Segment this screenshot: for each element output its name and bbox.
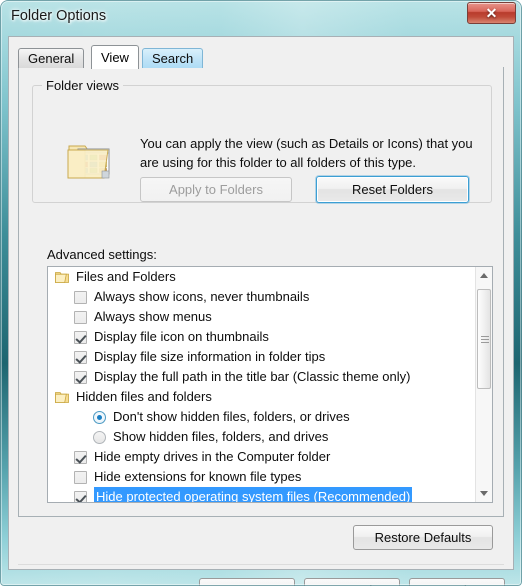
folder-views-legend: Folder views — [42, 78, 123, 93]
list-item[interactable]: Display the full path in the title bar (… — [48, 367, 475, 387]
reset-folders-button[interactable]: Reset Folders — [316, 176, 469, 203]
close-icon: ✕ — [485, 5, 498, 21]
apply-button[interactable]: Apply — [409, 578, 505, 586]
checkbox-checked-icon[interactable] — [74, 490, 87, 502]
list-item[interactable]: Always show menus — [48, 307, 475, 327]
list-item-label: Display the full path in the title bar (… — [94, 369, 411, 384]
radio-selected-icon[interactable] — [93, 410, 106, 424]
folder-views-description: You can apply the view (such as Details … — [140, 136, 473, 170]
ok-button[interactable]: OK — [199, 578, 295, 586]
advanced-settings-listbox[interactable]: Files and Folders Always show icons, neve… — [47, 266, 493, 503]
list-item-label: Hide extensions for known file types — [94, 469, 302, 484]
list-item-label: Files and Folders — [76, 269, 176, 284]
advanced-settings-list: Files and Folders Always show icons, neve… — [48, 267, 475, 502]
dialog-client-area: General Search View Folder views You can… — [8, 36, 514, 586]
folder-views-icon — [66, 140, 114, 184]
checkbox-checked-icon[interactable] — [74, 330, 87, 344]
list-item[interactable]: Hide extensions for known file types — [48, 467, 475, 487]
folder-icon — [55, 271, 69, 283]
window-title: Folder Options — [11, 8, 107, 24]
checkbox-unchecked-icon[interactable] — [74, 290, 87, 304]
list-item-label: Always show icons, never thumbnails — [94, 289, 310, 304]
scroll-down-arrow-icon[interactable] — [476, 485, 492, 502]
folder-icon — [55, 391, 69, 403]
list-item[interactable]: Hide protected operating system files (R… — [48, 487, 475, 502]
list-item-label: Don't show hidden files, folders, or dri… — [113, 409, 350, 424]
selection-highlight: Hide protected operating system files (R… — [94, 487, 413, 502]
cancel-button[interactable]: Cancel — [304, 578, 400, 586]
list-item-label: Always show menus — [94, 309, 212, 324]
title-bar: Folder Options ✕ — [0, 0, 522, 36]
button-area-separator — [18, 564, 504, 565]
checkbox-checked-icon[interactable] — [74, 450, 87, 464]
list-item-label: Hide protected operating system files (R… — [96, 489, 411, 502]
apply-to-folders-button[interactable]: Apply to Folders — [140, 177, 292, 202]
list-item[interactable]: Display file size information in folder … — [48, 347, 475, 367]
tab-strip: General Search View — [18, 45, 504, 69]
scrollbar-thumb[interactable] — [477, 289, 491, 389]
close-button[interactable]: ✕ — [467, 2, 516, 24]
list-item-label: Display file size information in folder … — [94, 349, 326, 364]
list-item[interactable]: Hide empty drives in the Computer folder — [48, 447, 475, 467]
scrollbar-grip-icon — [481, 336, 489, 343]
list-item-label: Hidden files and folders — [76, 389, 212, 404]
list-item[interactable]: Hidden files and folders — [48, 387, 475, 407]
advanced-settings-scrollbar[interactable] — [475, 267, 492, 502]
tab-view[interactable]: View — [91, 45, 139, 69]
window-frame: Folder Options ✕ Window Snip General Sea… — [0, 0, 522, 586]
list-item-label: Show hidden files, folders, and drives — [113, 429, 329, 444]
scroll-up-arrow-icon[interactable] — [476, 267, 492, 284]
advanced-settings-label: Advanced settings: — [47, 247, 157, 262]
checkbox-unchecked-icon[interactable] — [74, 310, 87, 324]
list-item-label: Display file icon on thumbnails — [94, 329, 269, 344]
checkbox-checked-icon[interactable] — [74, 350, 87, 364]
list-item[interactable]: Don't show hidden files, folders, or dri… — [48, 407, 475, 427]
list-item[interactable]: Display file icon on thumbnails — [48, 327, 475, 347]
checkbox-unchecked-icon[interactable] — [74, 470, 87, 484]
tab-search[interactable]: Search — [142, 48, 204, 68]
list-item[interactable]: Always show icons, never thumbnails — [48, 287, 475, 307]
list-item-label: Hide empty drives in the Computer folder — [94, 449, 331, 464]
tab-general[interactable]: General — [18, 48, 85, 68]
restore-defaults-button[interactable]: Restore Defaults — [353, 525, 493, 550]
checkbox-checked-icon[interactable] — [74, 370, 87, 384]
list-item[interactable]: Show hidden files, folders, and drives — [48, 427, 475, 447]
list-item[interactable]: Files and Folders — [48, 267, 475, 287]
radio-unselected-icon[interactable] — [93, 430, 106, 444]
